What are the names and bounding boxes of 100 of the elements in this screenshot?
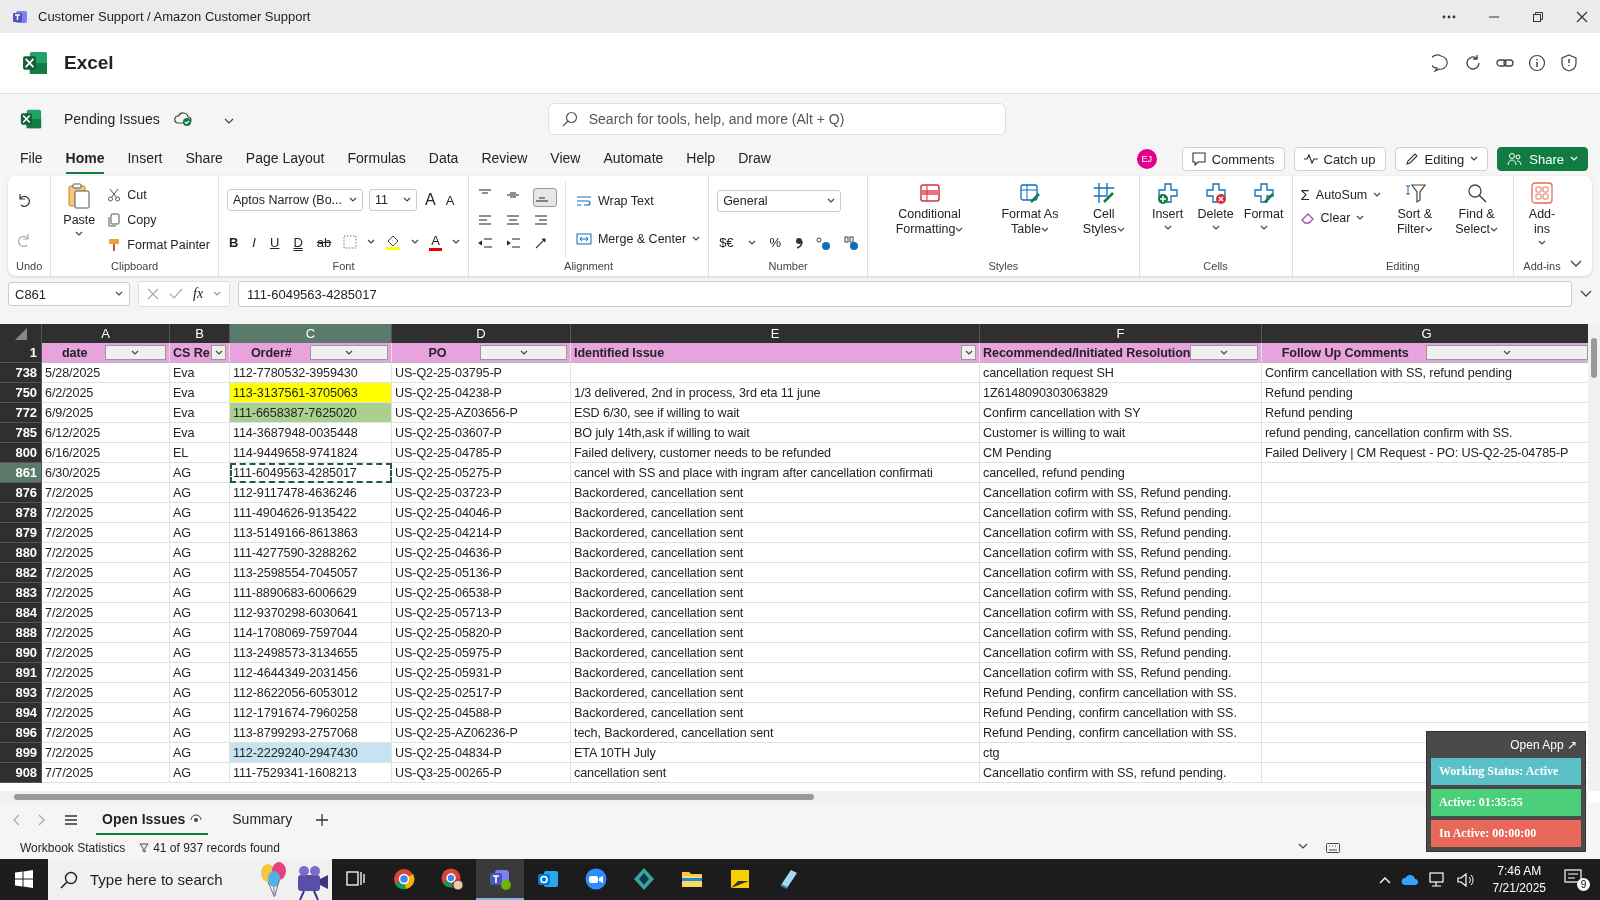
currency-button[interactable]: $€	[717, 235, 736, 250]
row-header[interactable]: 899	[0, 743, 42, 763]
column-header[interactable]: A	[42, 324, 170, 343]
row-header[interactable]: 884	[0, 603, 42, 623]
menu-tab[interactable]: File	[20, 144, 43, 174]
vertical-scrollbar[interactable]	[1588, 324, 1600, 791]
add-ins-button[interactable]: Add-ins	[1522, 182, 1562, 258]
formula-field[interactable]: 111-6049563-4285017	[238, 281, 1572, 307]
menu-tab[interactable]: Insert	[127, 144, 163, 174]
network-icon[interactable]	[1428, 871, 1447, 888]
windows-start-icon[interactable]	[15, 869, 33, 888]
format-button[interactable]: Format	[1243, 182, 1284, 258]
decrease-indent-icon[interactable]	[476, 235, 493, 250]
row-header[interactable]: 908	[0, 763, 42, 783]
strikethrough-button[interactable]: ab	[314, 234, 334, 250]
filter-button[interactable]	[961, 345, 976, 360]
increase-decimal-icon[interactable]	[815, 234, 832, 251]
row-header[interactable]: 882	[0, 563, 42, 583]
workbook-statistics-button[interactable]: Workbook Statistics	[20, 841, 126, 855]
autosum-button[interactable]: Σ AutoSum	[1300, 186, 1382, 203]
menu-tab[interactable]: Automate	[603, 144, 664, 174]
conditional-formatting-button[interactable]: Conditional Formatting	[876, 182, 983, 258]
cut-button[interactable]: Cut	[107, 187, 210, 202]
menu-tab[interactable]: Review	[481, 144, 528, 174]
close-icon[interactable]	[1576, 10, 1588, 23]
row-header[interactable]: 800	[0, 443, 42, 463]
cloud-icon[interactable]	[1400, 873, 1419, 886]
underline-button[interactable]: U	[268, 234, 282, 250]
volume-icon[interactable]	[1456, 871, 1475, 888]
comments-button[interactable]: Comments	[1181, 147, 1285, 171]
menu-tab[interactable]: Data	[428, 144, 459, 174]
row-header[interactable]: 890	[0, 643, 42, 663]
align-center-icon[interactable]	[504, 212, 521, 227]
editing-button[interactable]: Editing	[1394, 147, 1489, 171]
catchup-button[interactable]: Catch up	[1293, 147, 1386, 171]
comma-style-icon[interactable]	[795, 236, 804, 249]
row-header[interactable]: 878	[0, 503, 42, 523]
row-header[interactable]: 772	[0, 403, 42, 423]
check-icon[interactable]	[169, 288, 183, 300]
chevron-up-icon[interactable]	[1378, 875, 1391, 884]
insert-button[interactable]: Insert	[1147, 182, 1188, 258]
maximize-icon[interactable]	[1532, 10, 1544, 23]
chat-icon[interactable]	[1432, 54, 1450, 72]
double-underline-button[interactable]: D	[291, 234, 305, 250]
format-as-table-button[interactable]: Format As Table	[990, 182, 1070, 258]
font-color-button[interactable]: A	[429, 233, 442, 251]
row-header[interactable]: 896	[0, 723, 42, 743]
notifications-button[interactable]: 9	[1564, 868, 1590, 891]
keyboard-icon[interactable]	[1326, 843, 1340, 853]
percent-button[interactable]: %	[767, 235, 784, 250]
user-avatar[interactable]: EJ	[1136, 149, 1157, 169]
align-right-icon[interactable]	[532, 212, 549, 227]
shrink-font-button[interactable]: A	[443, 192, 457, 208]
column-header[interactable]: D	[392, 324, 571, 343]
row-header[interactable]: 880	[0, 543, 42, 563]
copy-button[interactable]: Copy	[107, 213, 210, 227]
clock[interactable]: 7:46 AM 7/21/2025	[1492, 862, 1546, 897]
italic-button[interactable]: I	[250, 234, 258, 250]
sort-filter-button[interactable]: Sort & Filter	[1389, 182, 1441, 258]
row-header[interactable]: 785	[0, 423, 42, 443]
row-header[interactable]: 883	[0, 583, 42, 603]
more-icon[interactable]	[1442, 14, 1456, 19]
menu-tab[interactable]: Help	[686, 144, 716, 174]
decrease-decimal-icon[interactable]	[843, 234, 860, 251]
sheet-tab[interactable]: Open Issues	[96, 805, 209, 835]
column-header[interactable]: C	[230, 324, 392, 343]
add-sheet-icon[interactable]	[316, 814, 329, 826]
grow-font-button[interactable]: A	[422, 191, 438, 209]
open-app-link[interactable]: Open App ↗	[1506, 736, 1581, 754]
row-header[interactable]: 891	[0, 663, 42, 683]
refresh-icon[interactable]	[1464, 54, 1482, 72]
menu-tab[interactable]: Page Layout	[245, 144, 325, 174]
format-painter-button[interactable]: Format Painter	[107, 238, 210, 253]
column-header[interactable]: F	[980, 324, 1262, 343]
row-header[interactable]: 750	[0, 383, 42, 403]
menu-tab[interactable]: Formulas	[347, 144, 406, 174]
clear-button[interactable]: Clear	[1300, 211, 1382, 225]
paste-button[interactable]: Paste	[59, 182, 100, 258]
number-format-dropdown[interactable]: General	[717, 189, 842, 212]
search-field[interactable]: Search for tools, help, and more (Alt + Q)	[547, 103, 1006, 135]
menu-tab[interactable]: Home	[65, 144, 105, 174]
info-icon[interactable]	[1528, 54, 1546, 72]
row-header[interactable]: 894	[0, 703, 42, 723]
font-size-dropdown[interactable]: 11	[368, 189, 417, 211]
row-header[interactable]: 876	[0, 483, 42, 503]
chevron-icon[interactable]	[223, 118, 234, 124]
row-header[interactable]: 1	[0, 343, 42, 363]
merge-center-button[interactable]: Merge & Center	[575, 232, 701, 246]
sheet-tab[interactable]: Summary	[226, 805, 299, 835]
row-header[interactable]: 861	[0, 463, 42, 483]
menu-icon[interactable]	[64, 814, 78, 826]
expand-icon[interactable]	[1580, 290, 1592, 298]
row-header[interactable]: 738	[0, 363, 42, 383]
increase-indent-icon[interactable]	[504, 235, 521, 250]
row-header[interactable]: 888	[0, 623, 42, 643]
font-name-dropdown[interactable]: Aptos Narrow (Bo...	[226, 189, 363, 211]
fill-color-icon[interactable]	[385, 234, 402, 250]
row-header[interactable]: 893	[0, 683, 42, 703]
undo-icon[interactable]	[16, 192, 32, 208]
menu-tab[interactable]: Draw	[738, 144, 771, 174]
